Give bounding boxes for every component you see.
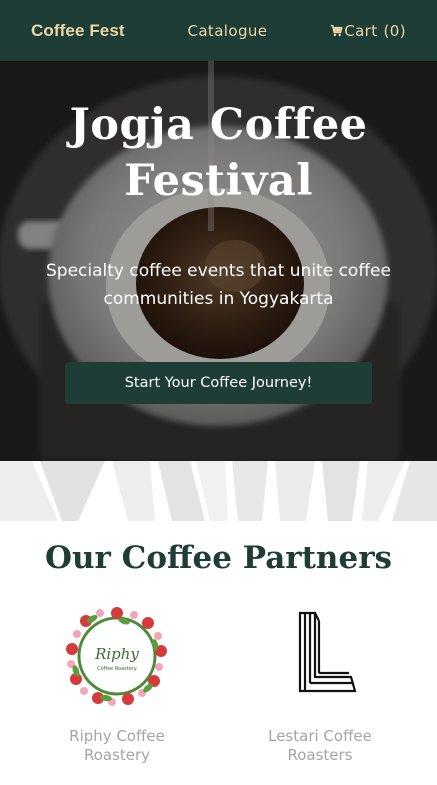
brand-link[interactable]: Coffee Fest — [31, 21, 125, 41]
svg-text:Riphy: Riphy — [94, 645, 139, 663]
hero-title: Jogja Coffee Festival — [69, 100, 368, 206]
start-journey-button[interactable]: Start Your Coffee Journey! — [65, 362, 372, 404]
cart-label: Cart — [344, 21, 378, 40]
nav-link-catalogue[interactable]: Catalogue — [187, 22, 267, 40]
cart-icon — [331, 24, 343, 37]
hero-subtitle: Specialty coffee events that unite coffe… — [46, 261, 391, 309]
cart-count: (0) — [383, 21, 406, 40]
navbar: Coffee Fest Catalogue Cart (0) — [0, 0, 437, 61]
cart-button[interactable]: Cart (0) — [330, 22, 406, 40]
decorative-stripes — [0, 461, 437, 521]
partner-name-riphy: Riphy Coffee Roastery — [69, 727, 165, 764]
partners-heading: Our Coffee Partners — [45, 540, 392, 576]
hero-section: Jogja Coffee Festival Specialty coffee e… — [0, 61, 437, 461]
partner-name-lestari: Lestari Coffee Roasters — [268, 727, 372, 764]
partner-card-riphy[interactable]: Riphy Coffee Roastery Riphy Coffee Roast… — [37, 601, 197, 771]
partner-card-lestari[interactable]: Lestari Coffee Roasters — [240, 601, 400, 771]
riphy-logo: Riphy Coffee Roastery — [66, 607, 167, 706]
svg-text:Coffee Roastery: Coffee Roastery — [97, 666, 137, 672]
lestari-l-logo-icon — [298, 611, 357, 693]
